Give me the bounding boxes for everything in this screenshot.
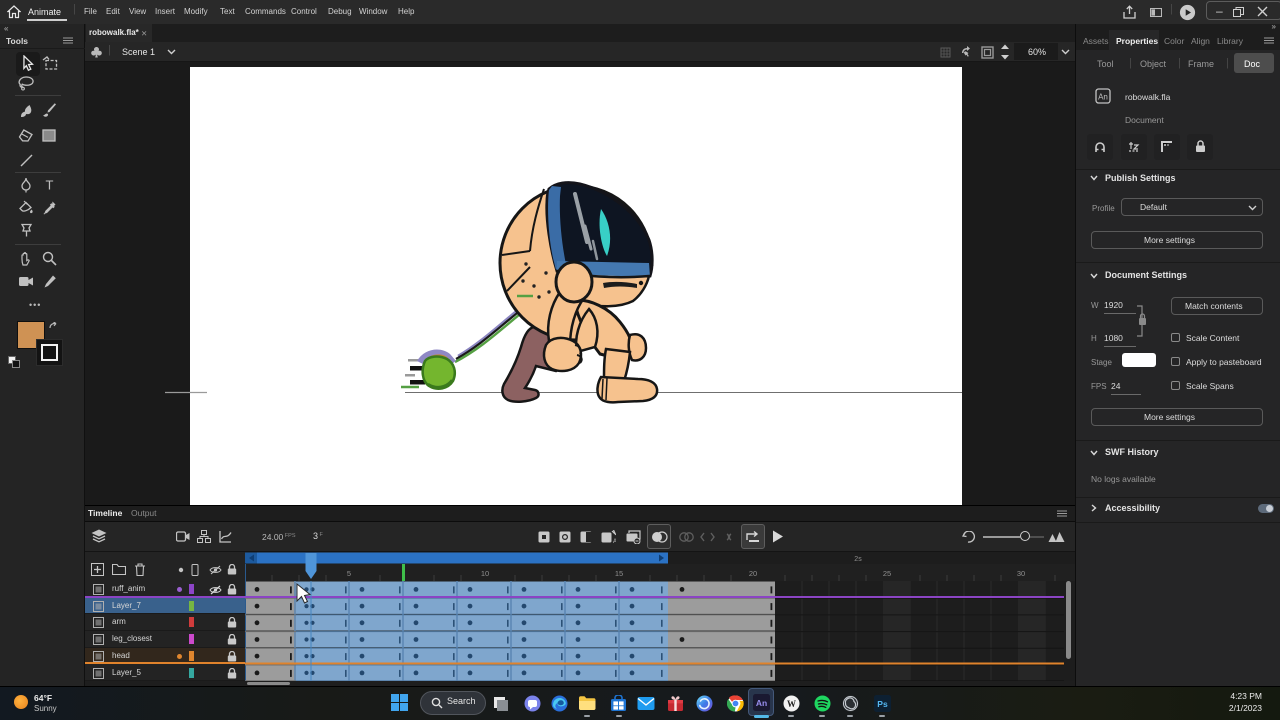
svg-text:Ps: Ps [877, 699, 888, 709]
svg-text:20: 20 [749, 569, 757, 578]
svg-text:10: 10 [481, 569, 489, 578]
svg-text:5: 5 [347, 569, 351, 578]
svg-text:An: An [1098, 93, 1108, 102]
svg-text:15: 15 [615, 569, 623, 578]
svg-text:25: 25 [883, 569, 891, 578]
svg-text:W: W [787, 699, 796, 709]
svg-text:T: T [46, 178, 54, 191]
svg-text:A: A [613, 539, 616, 544]
svg-text:2s: 2s [854, 556, 862, 563]
svg-text:30: 30 [1017, 569, 1025, 578]
svg-text:An: An [756, 698, 767, 708]
